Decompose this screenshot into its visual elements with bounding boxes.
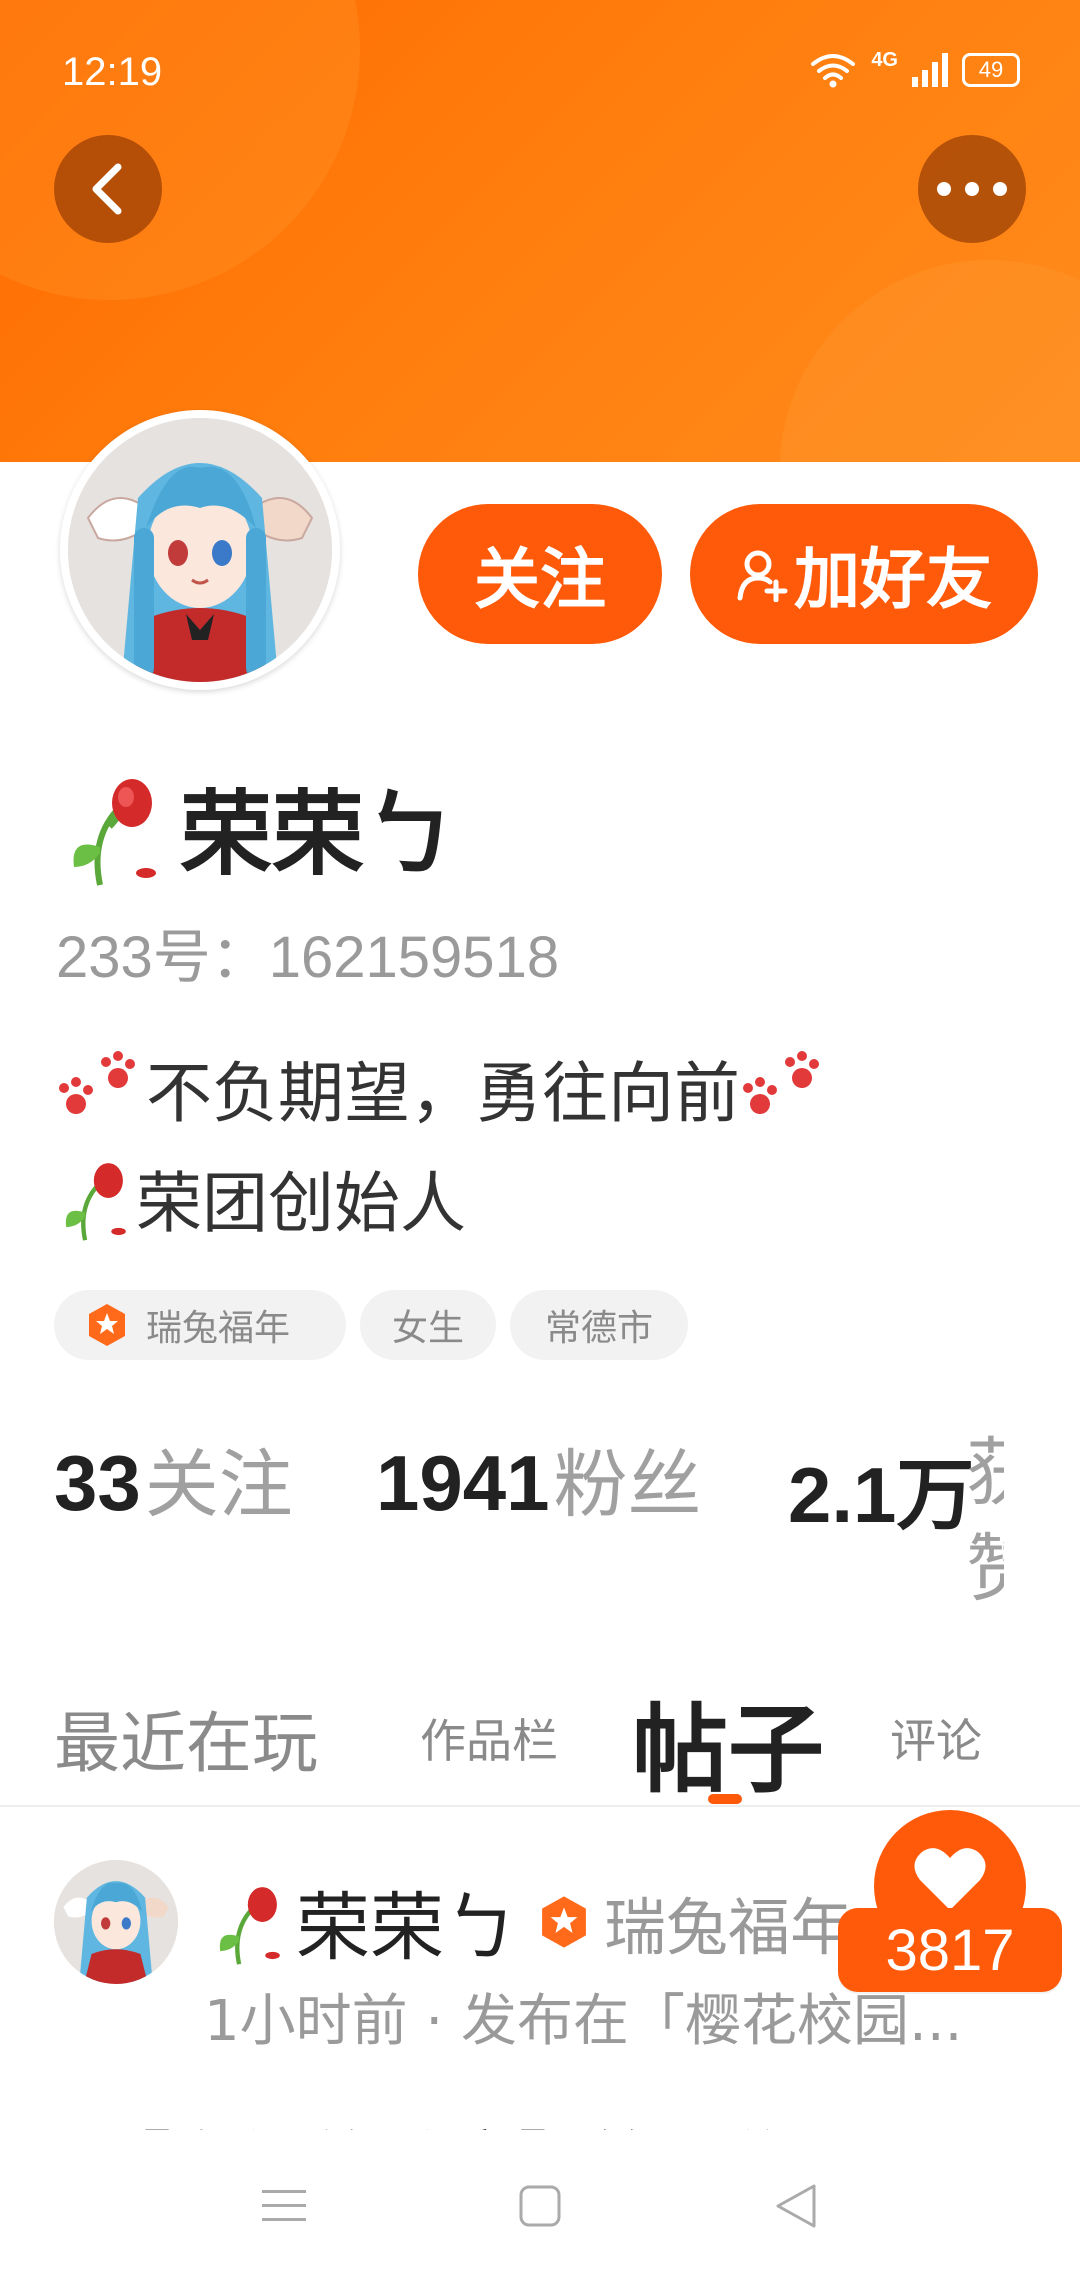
post-author-name[interactable]: 荣荣ㄅ [296, 1868, 518, 1975]
likes-label: 获赞 [966, 1430, 1004, 1612]
wifi-icon [811, 54, 856, 88]
menu-icon [262, 2190, 306, 2221]
followers-stat[interactable]: 1941 粉丝 [376, 1425, 702, 1532]
more-dots-icon [937, 182, 1007, 196]
badge-star-icon [542, 1895, 586, 1948]
post-author-avatar[interactable] [54, 1860, 178, 1984]
add-person-icon [737, 550, 788, 602]
badge-tag[interactable]: 瑞兔福年 [54, 1290, 346, 1360]
bio-line: 荣团创始人 [56, 1150, 466, 1246]
post-title-wrap[interactable]: 【鬼微的暗恋】第一集 [100, 2110, 1020, 2130]
status-icons: 4G 49 [809, 48, 1020, 88]
profile-name-row: 荣荣ㄅ [60, 760, 456, 893]
post-header: 荣荣ㄅ 瑞兔福年 [210, 1868, 852, 1975]
signal-icon [912, 53, 948, 87]
like-count[interactable]: 3817 [838, 1908, 1062, 1992]
bio-text: 不负期望，勇往向前 [146, 1055, 740, 1132]
paw-print-icon [743, 1051, 819, 1114]
rose-icon [219, 1886, 280, 1965]
profile-name: 荣荣ㄅ [180, 781, 457, 888]
add-friend-label: 加好友 [794, 541, 992, 618]
banner-decoration [780, 260, 1080, 462]
tab-recently-played[interactable]: 最近在玩 [54, 1690, 318, 1786]
active-tab-indicator [708, 1794, 742, 1804]
nav-back-button[interactable] [756, 2166, 836, 2246]
avatar-image [68, 418, 332, 682]
followers-count: 1941 [376, 1439, 550, 1527]
battery-icon: 49 [962, 53, 1020, 87]
rose-icon [65, 1163, 126, 1241]
back-triangle-icon [776, 2184, 816, 2228]
post-author-badge: 瑞兔福年 [604, 1890, 853, 1964]
location-tag: 常德市 [510, 1290, 688, 1360]
followers-label: 粉丝 [553, 1442, 702, 1528]
following-count: 33 [54, 1439, 141, 1527]
tab-posts[interactable]: 帖子 [632, 1672, 824, 1811]
likes-count: 2.1万 [788, 1451, 975, 1539]
likes-stat[interactable]: 2.1万 获赞 [788, 1425, 1004, 1625]
rose-icon [73, 778, 156, 886]
post-title: 【鬼微的暗恋】第一集 [100, 2110, 1020, 2130]
back-button[interactable] [54, 135, 162, 243]
paw-print-icon [59, 1051, 135, 1114]
following-stat[interactable]: 33 关注 [54, 1425, 293, 1532]
home-square-icon [519, 2185, 561, 2227]
badge-star-icon [89, 1304, 125, 1346]
nav-home-button[interactable] [500, 2166, 580, 2246]
system-nav-bar [0, 2130, 1080, 2280]
bio-text: 荣团创始人 [136, 1165, 466, 1242]
tabs-divider [0, 1805, 1080, 1807]
anime-avatar-illustration [54, 1860, 178, 1984]
badge-tag-label: 瑞兔福年 [146, 1308, 291, 1349]
following-label: 关注 [144, 1442, 293, 1528]
anime-avatar-illustration [68, 418, 332, 682]
profile-avatar[interactable] [60, 410, 340, 690]
nav-menu-button[interactable] [244, 2166, 324, 2246]
chevron-left-icon [92, 163, 122, 215]
heart-icon [914, 1848, 986, 1910]
tab-works[interactable]: 作品栏 [420, 1705, 558, 1771]
status-time: 12:19 [62, 50, 163, 94]
follow-button[interactable]: 关注 [418, 504, 662, 644]
more-options-button[interactable] [918, 135, 1026, 243]
gender-tag: 女生 [360, 1290, 496, 1360]
profile-id[interactable]: 233号：162159518 [56, 910, 559, 994]
add-friend-button[interactable]: 加好友 [690, 504, 1038, 644]
bio-line: 不负期望，勇往向前 [56, 1040, 830, 1136]
tab-comments[interactable]: 评论 [890, 1705, 982, 1771]
network-type: 4G [871, 48, 898, 71]
status-bar: 12:19 4G 49 [0, 0, 1080, 150]
